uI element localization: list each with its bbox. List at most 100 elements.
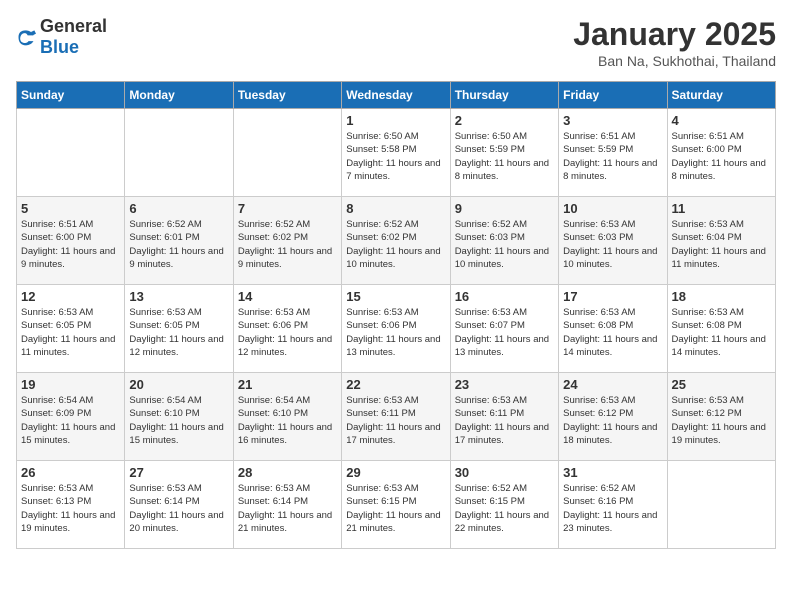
calendar-week-row: 12 Sunrise: 6:53 AMSunset: 6:05 PMDayligh…	[17, 285, 776, 373]
day-info: Sunrise: 6:53 AMSunset: 6:06 PMDaylight:…	[238, 306, 337, 359]
calendar-cell: 8Sunrise: 6:52 AMSunset: 6:02 PMDaylight…	[342, 197, 450, 285]
day-info: Sunrise: 6:51 AMSunset: 6:00 PMDaylight:…	[672, 130, 771, 183]
day-info: Sunrise: 6:53 AMSunset: 6:11 PMDaylight:…	[346, 394, 445, 447]
day-info: Sunrise: 6:51 AMSunset: 5:59 PMDaylight:…	[563, 130, 662, 183]
day-info: Sunrise: 6:52 AMSunset: 6:01 PMDaylight:…	[129, 218, 228, 271]
calendar-week-row: 26 Sunrise: 6:53 AMSunset: 6:13 PMDayligh…	[17, 461, 776, 549]
page-header: General Blue January 2025 Ban Na, Sukhot…	[16, 16, 776, 69]
day-info: Sunrise: 6:54 AMSunset: 6:10 PMDaylight:…	[129, 394, 228, 447]
calendar-table: SundayMondayTuesdayWednesdayThursdayFrid…	[16, 81, 776, 549]
day-info: Sunrise: 6:53 AMSunset: 6:07 PMDaylight:…	[455, 306, 554, 359]
day-info: Sunrise: 6:54 AMSunset: 6:10 PMDaylight:…	[238, 394, 337, 447]
calendar-cell	[125, 109, 233, 197]
calendar-cell: 2 Sunrise: 6:50 AMSunset: 5:59 PMDaylight…	[450, 109, 558, 197]
day-number: 3	[563, 113, 662, 128]
day-info: Sunrise: 6:53 AMSunset: 6:03 PMDaylight:…	[563, 218, 662, 271]
calendar-cell: 27 Sunrise: 6:53 AMSunset: 6:14 PMDayligh…	[125, 461, 233, 549]
day-info: Sunrise: 6:52 AMSunset: 6:03 PMDaylight:…	[455, 218, 554, 271]
day-info: Sunrise: 6:53 AMSunset: 6:08 PMDaylight:…	[672, 306, 771, 359]
calendar-cell: 17 Sunrise: 6:53 AMSunset: 6:08 PMDayligh…	[559, 285, 667, 373]
calendar-cell: 5 Sunrise: 6:51 AMSunset: 6:00 PMDaylight…	[17, 197, 125, 285]
calendar-week-row: 5 Sunrise: 6:51 AMSunset: 6:00 PMDaylight…	[17, 197, 776, 285]
day-number: 2	[455, 113, 554, 128]
day-number: 9	[455, 201, 554, 216]
day-info: Sunrise: 6:50 AMSunset: 5:58 PMDaylight:…	[346, 130, 445, 183]
day-info: Sunrise: 6:53 AMSunset: 6:04 PMDaylight:…	[672, 218, 771, 271]
weekday-header-thursday: Thursday	[450, 82, 558, 109]
weekday-header-saturday: Saturday	[667, 82, 775, 109]
weekday-header-row: SundayMondayTuesdayWednesdayThursdayFrid…	[17, 82, 776, 109]
day-number: 22	[346, 377, 445, 392]
weekday-header-sunday: Sunday	[17, 82, 125, 109]
calendar-cell: 7 Sunrise: 6:52 AMSunset: 6:02 PMDaylight…	[233, 197, 341, 285]
calendar-cell: 10 Sunrise: 6:53 AMSunset: 6:03 PMDayligh…	[559, 197, 667, 285]
logo-general: General	[40, 16, 107, 36]
calendar-cell: 14 Sunrise: 6:53 AMSunset: 6:06 PMDayligh…	[233, 285, 341, 373]
day-info: Sunrise: 6:53 AMSunset: 6:14 PMDaylight:…	[238, 482, 337, 535]
calendar-cell: 6Sunrise: 6:52 AMSunset: 6:01 PMDaylight…	[125, 197, 233, 285]
day-info: Sunrise: 6:53 AMSunset: 6:12 PMDaylight:…	[563, 394, 662, 447]
day-number: 26	[21, 465, 120, 480]
calendar-cell: 4 Sunrise: 6:51 AMSunset: 6:00 PMDaylight…	[667, 109, 775, 197]
calendar-cell	[233, 109, 341, 197]
calendar-week-row: 19Sunrise: 6:54 AMSunset: 6:09 PMDayligh…	[17, 373, 776, 461]
day-number: 21	[238, 377, 337, 392]
day-number: 11	[672, 201, 771, 216]
day-info: Sunrise: 6:53 AMSunset: 6:13 PMDaylight:…	[21, 482, 120, 535]
calendar-cell: 25Sunrise: 6:53 AMSunset: 6:12 PMDayligh…	[667, 373, 775, 461]
day-number: 4	[672, 113, 771, 128]
day-info: Sunrise: 6:50 AMSunset: 5:59 PMDaylight:…	[455, 130, 554, 183]
day-number: 7	[238, 201, 337, 216]
calendar-cell: 24 Sunrise: 6:53 AMSunset: 6:12 PMDayligh…	[559, 373, 667, 461]
calendar-cell: 13 Sunrise: 6:53 AMSunset: 6:05 PMDayligh…	[125, 285, 233, 373]
day-info: Sunrise: 6:53 AMSunset: 6:05 PMDaylight:…	[129, 306, 228, 359]
day-info: Sunrise: 6:51 AMSunset: 6:00 PMDaylight:…	[21, 218, 120, 271]
calendar-cell: 12 Sunrise: 6:53 AMSunset: 6:05 PMDayligh…	[17, 285, 125, 373]
month-title: January 2025	[573, 16, 776, 53]
weekday-header-friday: Friday	[559, 82, 667, 109]
weekday-header-monday: Monday	[125, 82, 233, 109]
calendar-cell: 21 Sunrise: 6:54 AMSunset: 6:10 PMDayligh…	[233, 373, 341, 461]
calendar-cell	[17, 109, 125, 197]
calendar-cell: 3 Sunrise: 6:51 AMSunset: 5:59 PMDaylight…	[559, 109, 667, 197]
calendar-cell: 26 Sunrise: 6:53 AMSunset: 6:13 PMDayligh…	[17, 461, 125, 549]
logo-blue: Blue	[40, 37, 79, 57]
day-number: 24	[563, 377, 662, 392]
calendar-cell: 18Sunrise: 6:53 AMSunset: 6:08 PMDayligh…	[667, 285, 775, 373]
logo: General Blue	[16, 16, 107, 58]
day-number: 17	[563, 289, 662, 304]
calendar-cell: 22 Sunrise: 6:53 AMSunset: 6:11 PMDayligh…	[342, 373, 450, 461]
day-info: Sunrise: 6:52 AMSunset: 6:02 PMDaylight:…	[238, 218, 337, 271]
title-block: January 2025 Ban Na, Sukhothai, Thailand	[573, 16, 776, 69]
calendar-cell: 31Sunrise: 6:52 AMSunset: 6:16 PMDayligh…	[559, 461, 667, 549]
calendar-cell: 11 Sunrise: 6:53 AMSunset: 6:04 PMDayligh…	[667, 197, 775, 285]
day-number: 16	[455, 289, 554, 304]
day-number: 5	[21, 201, 120, 216]
day-info: Sunrise: 6:53 AMSunset: 6:05 PMDaylight:…	[21, 306, 120, 359]
day-number: 1	[346, 113, 445, 128]
calendar-week-row: 1 Sunrise: 6:50 AMSunset: 5:58 PMDaylight…	[17, 109, 776, 197]
calendar-cell: 29Sunrise: 6:53 AMSunset: 6:15 PMDayligh…	[342, 461, 450, 549]
calendar-cell	[667, 461, 775, 549]
calendar-cell: 9 Sunrise: 6:52 AMSunset: 6:03 PMDaylight…	[450, 197, 558, 285]
calendar-cell: 15Sunrise: 6:53 AMSunset: 6:06 PMDayligh…	[342, 285, 450, 373]
day-number: 31	[563, 465, 662, 480]
day-number: 14	[238, 289, 337, 304]
location: Ban Na, Sukhothai, Thailand	[573, 53, 776, 69]
day-number: 12	[21, 289, 120, 304]
day-number: 27	[129, 465, 228, 480]
day-number: 30	[455, 465, 554, 480]
day-number: 10	[563, 201, 662, 216]
day-info: Sunrise: 6:53 AMSunset: 6:14 PMDaylight:…	[129, 482, 228, 535]
day-number: 20	[129, 377, 228, 392]
day-info: Sunrise: 6:54 AMSunset: 6:09 PMDaylight:…	[21, 394, 120, 447]
day-info: Sunrise: 6:53 AMSunset: 6:12 PMDaylight:…	[672, 394, 771, 447]
day-number: 13	[129, 289, 228, 304]
day-info: Sunrise: 6:52 AMSunset: 6:02 PMDaylight:…	[346, 218, 445, 271]
calendar-cell: 19Sunrise: 6:54 AMSunset: 6:09 PMDayligh…	[17, 373, 125, 461]
day-info: Sunrise: 6:53 AMSunset: 6:11 PMDaylight:…	[455, 394, 554, 447]
calendar-cell: 30Sunrise: 6:52 AMSunset: 6:15 PMDayligh…	[450, 461, 558, 549]
day-number: 23	[455, 377, 554, 392]
day-info: Sunrise: 6:53 AMSunset: 6:08 PMDaylight:…	[563, 306, 662, 359]
day-number: 28	[238, 465, 337, 480]
